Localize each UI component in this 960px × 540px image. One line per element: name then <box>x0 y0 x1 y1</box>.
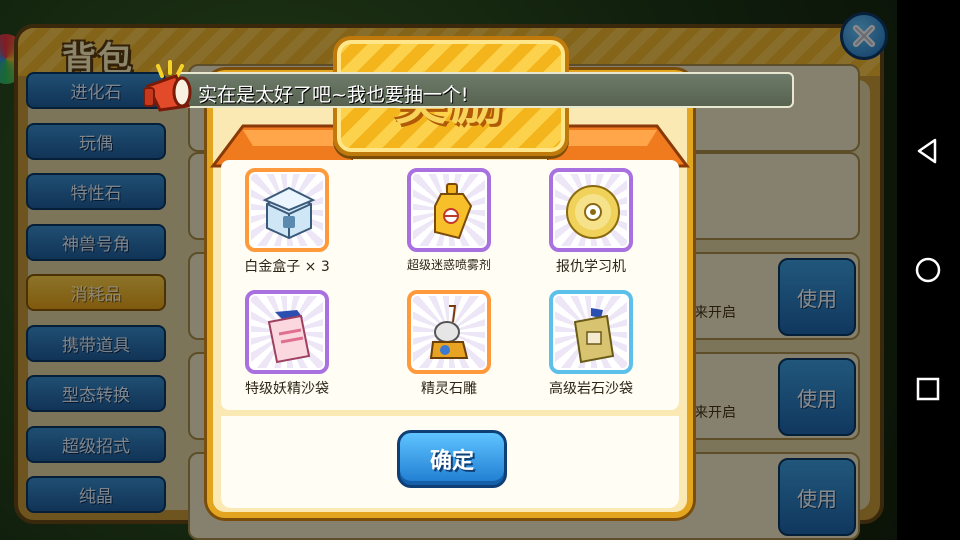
back-icon[interactable] <box>913 136 943 166</box>
reward-frame <box>245 168 329 252</box>
fairy-sandbag-icon <box>267 310 311 364</box>
reward-dialog: 奖励 白金盒子 × 3 <box>207 36 693 518</box>
platinum-box-icon <box>262 186 316 240</box>
recent-apps-icon[interactable] <box>913 374 943 404</box>
broadcast-marquee: 实在是太好了吧~我也要抽一个! <box>176 72 794 108</box>
reward-frame <box>549 168 633 252</box>
reward-frame <box>245 290 329 374</box>
reward-label: 特级妖精沙袋 <box>245 381 329 397</box>
reward-item[interactable]: 特级妖精沙袋 <box>217 290 357 398</box>
rock-sandbag-icon <box>573 308 615 364</box>
reward-label: 白金盒子 × 3 <box>244 259 330 275</box>
spray-bottle-icon <box>434 183 473 240</box>
reward-item[interactable]: 报仇学习机 <box>521 168 661 276</box>
marquee-text: 实在是太好了吧~我也要抽一个! <box>198 84 469 106</box>
reward-label: 报仇学习机 <box>556 259 626 275</box>
reward-frame <box>407 168 491 252</box>
reward-frame <box>407 290 491 374</box>
reward-label: 超级迷惑喷雾剂 <box>406 258 491 272</box>
home-icon[interactable] <box>913 255 943 285</box>
confirm-button[interactable]: 确定 <box>397 430 507 488</box>
reward-item[interactable]: 高级岩石沙袋 <box>521 290 661 398</box>
reward-label: 高级岩石沙袋 <box>549 381 633 397</box>
system-nav-bar <box>897 0 960 540</box>
disc-icon <box>566 185 620 239</box>
reward-frame <box>549 290 633 374</box>
megaphone-icon <box>143 60 192 112</box>
reward-item[interactable]: 白金盒子 × 3 <box>217 168 357 276</box>
spirit-statue-icon <box>429 305 469 359</box>
reward-label: 精灵石雕 <box>421 381 477 397</box>
reward-item[interactable]: 超级迷惑喷雾剂 <box>379 168 519 273</box>
reward-item[interactable]: 精灵石雕 <box>379 290 519 398</box>
game-screen: 背包 进化石 玩偶 特性石 神兽号角 消耗品 携带道具 型态转换 超级招式 纯晶… <box>0 0 897 540</box>
